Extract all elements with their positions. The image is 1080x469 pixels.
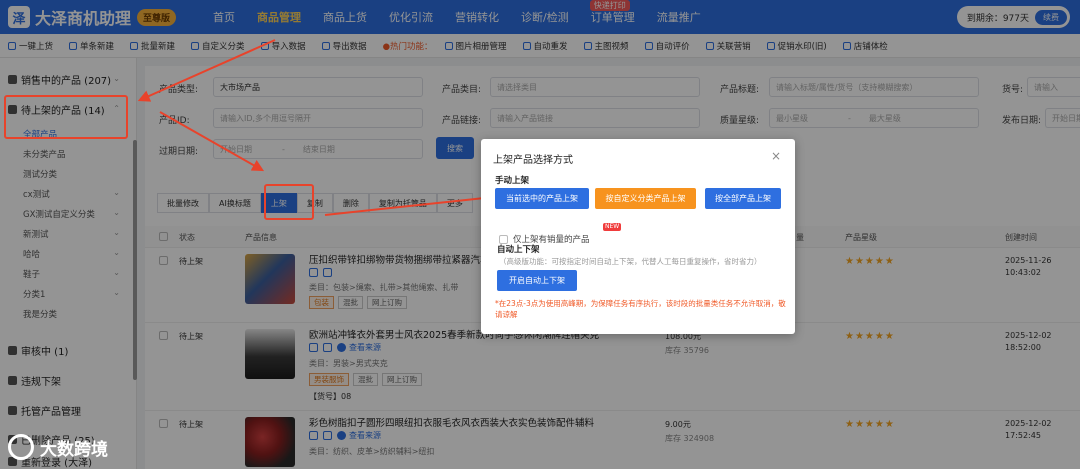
list-by-custom-category-button[interactable]: 按自定义分类产品上架 <box>595 188 696 209</box>
modal-title: 上架产品选择方式 <box>493 155 573 166</box>
peak-time-warning: *在23点-3点为使用高峰期，为保障任务有序执行，该时段的批量类任务不允许取消，… <box>495 299 786 319</box>
list-selected-button[interactable]: 当前选中的产品上架 <box>495 188 589 209</box>
new-badge: NEW <box>603 223 622 231</box>
close-icon[interactable]: × <box>771 149 781 163</box>
list-all-button[interactable]: 按全部产品上架 <box>705 188 781 209</box>
manual-list-label: 手动上架 <box>495 176 530 186</box>
highlight-list-button <box>264 184 314 220</box>
auto-list-label: 自动上下架 <box>497 245 540 255</box>
highlight-pending-section <box>4 95 128 139</box>
list-method-modal: 上架产品选择方式 × 手动上架 当前选中的产品上架 按自定义分类产品上架 按全部… <box>481 139 795 334</box>
watermark: 大数跨境 <box>8 434 108 460</box>
watermark-logo-icon <box>8 434 34 460</box>
auto-list-description: （高级版功能：可按指定时间自动上下架，代替人工每日重复操作，省时省力） <box>499 257 762 266</box>
enable-auto-list-button[interactable]: 开启自动上下架 <box>497 270 577 291</box>
